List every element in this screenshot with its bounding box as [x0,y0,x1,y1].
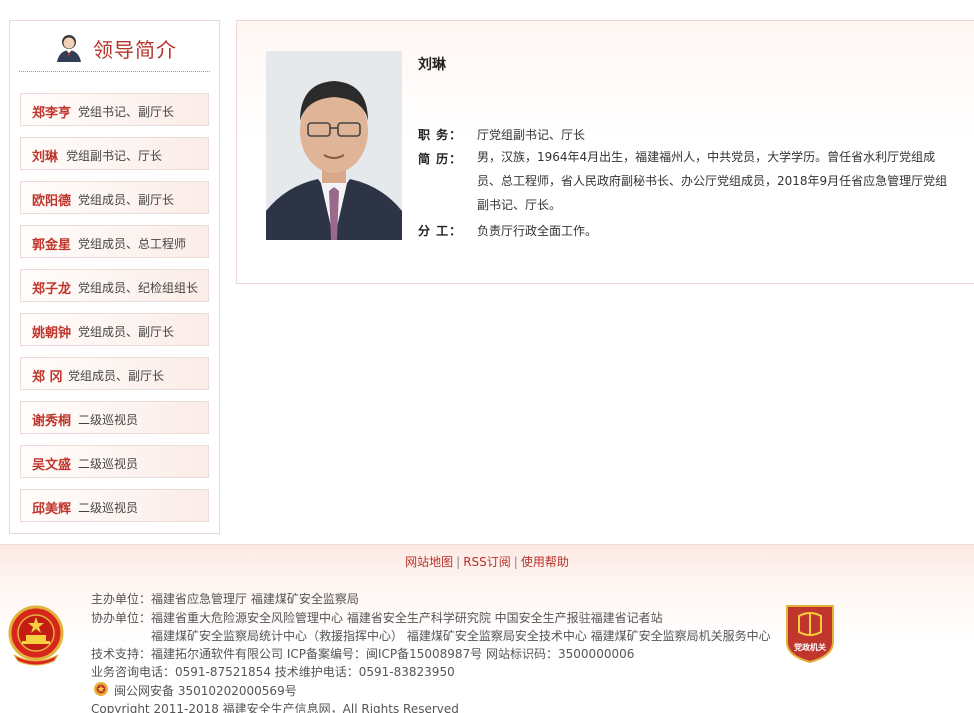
rss-link[interactable]: RSS订阅 [463,555,511,569]
leader-item[interactable]: 郑李亨 党组书记、副厅长 [20,93,209,126]
leader-name: 邱美辉 [32,502,72,517]
leader-name: 郑子龙 [32,282,72,297]
footer-links: 网站地图 | RSS订阅 | 使用帮助 [0,553,974,570]
leader-item[interactable]: 邱美辉 二级巡视员 [20,489,209,522]
leader-name: 郑李亨 [32,106,72,121]
national-emblem-icon [8,605,64,666]
leader-item[interactable]: 欧阳德 党组成员、副厅长 [20,181,209,214]
sitemap-link[interactable]: 网站地图 [405,555,453,569]
tech-support-text: 技术支持：福建拓尔通软件有限公司 ICP备案编号：闽ICP备15008987号 … [91,647,635,661]
leader-name: 郭金星 [32,238,72,253]
coorganizer-text-cont: 福建煤矿安全监察局统计中心（救援指挥中心） 福建煤矿安全监察局安全技术中心 福建… [151,629,771,643]
leader-title: 党组成员、副厅长 [68,369,165,383]
police-badge-icon [94,682,108,696]
duty-label: 分 工： [418,224,463,238]
person-icon [57,35,81,62]
leader-title: 二级巡视员 [78,457,139,471]
leader-title: 二级巡视员 [78,501,139,515]
leader-name: 欧阳德 [32,194,72,209]
party-organ-badge-icon[interactable]: 党政机关 [783,602,837,664]
leader-title: 党组成员、纪检组组长 [78,281,199,295]
leader-name: 姚朝钟 [32,326,72,341]
badge-label: 党政机关 [794,642,826,652]
link-separator: | [456,555,461,569]
leader-name: 谢秀桐 [32,414,72,429]
position-label: 职 务： [418,128,463,142]
bio-value: 男，汉族，1964年4月出生，福建福州人，中共党员，大学学历。曾任省水利厅党组成… [477,150,948,212]
leader-title: 党组书记、副厅长 [78,105,175,119]
leader-item[interactable]: 郑 冈 党组成员、副厅长 [20,357,209,390]
leader-item[interactable]: 谢秀桐 二级巡视员 [20,401,209,434]
leader-item[interactable]: 姚朝钟 党组成员、副厅长 [20,313,209,346]
sidebar-header: 领导简介 [19,21,210,72]
profile-panel: 刘琳 职 务： 厅党组副书记、厅长 简 历： 男，汉族，1964年4月出生，福建… [236,20,974,284]
leader-item[interactable]: 郑子龙 党组成员、纪检组组长 [20,269,209,302]
leader-item[interactable]: 吴文盛 二级巡视员 [20,445,209,478]
leader-title: 党组成员、副厅长 [78,325,175,339]
police-record-text[interactable]: 闽公网安备 35010202000569号 [114,682,297,699]
leader-item[interactable]: 郭金星 党组成员、总工程师 [20,225,209,258]
leader-name: 刘琳 [32,150,59,165]
bio-label: 简 历： [418,152,463,166]
portrait-image [266,51,402,240]
position-value: 厅党组副书记、厅长 [477,128,586,142]
leader-name: 郑 冈 [32,370,63,385]
leader-title: 党组副书记、厅长 [66,149,163,163]
duty-value: 负责厅行政全面工作。 [477,224,598,238]
help-link[interactable]: 使用帮助 [521,555,569,569]
leader-photo [266,51,402,240]
sponsor-text: 主办单位：福建省应急管理厅 福建煤矿安全监察局 [91,592,359,606]
leader-name: 吴文盛 [32,458,72,473]
copyright-text: Copyright 2011-2018 福建安全生产信息网，All Rights… [91,702,459,713]
link-separator: | [513,555,518,569]
leader-item[interactable]: 刘琳 党组副书记、厅长 [20,137,209,170]
leader-title: 党组成员、副厅长 [78,193,175,207]
coorganizer-text: 协办单位：福建省重大危险源安全风险管理中心 福建省安全生产科学研究院 中国安全生… [91,611,663,625]
leader-title: 党组成员、总工程师 [78,237,187,251]
profile-name: 刘琳 [418,57,446,73]
leader-sidebar: 领导简介 郑李亨 党组书记、副厅长 刘琳 党组副书记、厅长 欧阳德 党组成员、副… [9,20,220,534]
site-footer: 网站地图 | RSS订阅 | 使用帮助 主办单位：福建省应急管理厅 福建煤矿安全监察局 … [0,544,974,713]
leader-title: 二级巡视员 [78,413,139,427]
sidebar-title: 领导简介 [93,38,177,62]
phone-text: 业务咨询电话：0591-87521854 技术维护电话：0591-8382395… [91,665,455,679]
